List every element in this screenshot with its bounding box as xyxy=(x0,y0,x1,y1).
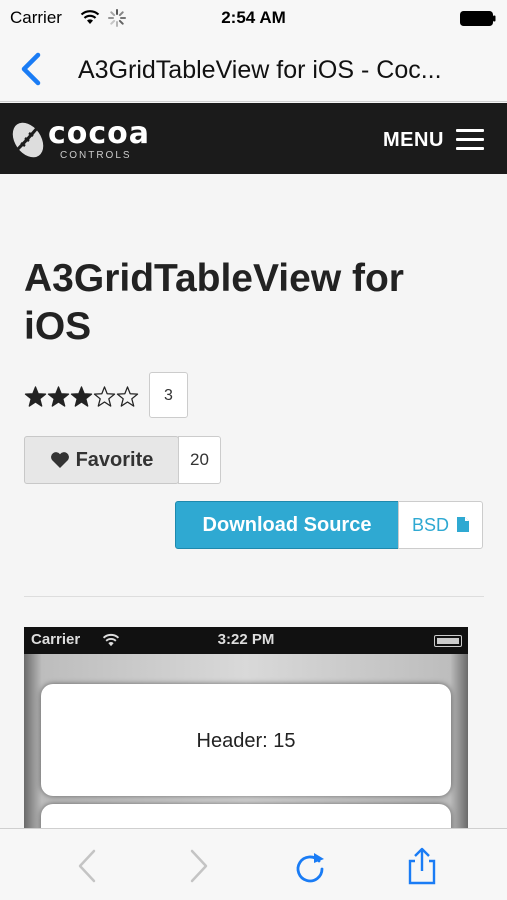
forward-arrow-icon[interactable] xyxy=(180,847,216,885)
back-chevron-icon[interactable] xyxy=(16,50,46,88)
content-divider xyxy=(24,596,484,597)
star-rating[interactable] xyxy=(24,381,139,411)
favorite-count-badge: 20 xyxy=(178,436,221,484)
status-bar: Carrier 2:54 AM xyxy=(0,0,507,36)
browser-toolbar xyxy=(0,828,507,900)
preview-header-text: Header: 15 xyxy=(196,730,296,752)
heart-icon xyxy=(50,452,69,468)
star-filled-icon[interactable] xyxy=(47,385,70,408)
logo-wordmark[interactable]: cocoa xyxy=(48,116,150,151)
license-link[interactable]: BSD xyxy=(398,501,483,549)
control-screenshot[interactable]: Carrier 3:22 PM Header: 15 xyxy=(24,627,468,837)
battery-icon xyxy=(460,11,496,26)
document-icon xyxy=(457,517,469,532)
favorite-label: Favorite xyxy=(75,448,154,471)
star-empty-icon[interactable] xyxy=(93,385,116,408)
logo-subtitle: CONTROLS xyxy=(60,150,132,161)
navigation-bar: A3GridTableView for iOS - Coc... xyxy=(0,36,507,102)
menu-button-label[interactable]: MENU xyxy=(383,129,444,152)
preview-status-bar: Carrier 3:22 PM xyxy=(24,627,468,654)
page-url-title: A3GridTableView for iOS - Coc... xyxy=(78,56,442,84)
cocoa-bean-logo-icon[interactable] xyxy=(8,117,48,163)
back-arrow-icon[interactable] xyxy=(70,847,106,885)
star-filled-icon[interactable] xyxy=(70,385,93,408)
reload-icon[interactable] xyxy=(292,847,328,885)
site-header: cocoa CONTROLS MENU xyxy=(0,103,507,174)
preview-background: Header: 15 xyxy=(24,654,468,837)
download-source-button[interactable]: Download Source xyxy=(175,501,399,549)
page-title: A3GridTableView for iOS xyxy=(24,257,404,348)
status-time: 2:54 AM xyxy=(221,8,286,27)
favorite-button[interactable]: Favorite xyxy=(24,436,179,484)
preview-time: 3:22 PM xyxy=(217,631,275,648)
star-empty-icon[interactable] xyxy=(116,385,139,408)
share-icon[interactable] xyxy=(404,847,440,885)
preview-header-cell: Header: 15 xyxy=(41,684,451,796)
preview-battery-icon xyxy=(434,635,462,647)
license-label: BSD xyxy=(412,515,450,535)
star-filled-icon[interactable] xyxy=(24,385,47,408)
rating-count-badge: 3 xyxy=(149,372,188,418)
hamburger-menu-icon[interactable] xyxy=(456,129,484,151)
